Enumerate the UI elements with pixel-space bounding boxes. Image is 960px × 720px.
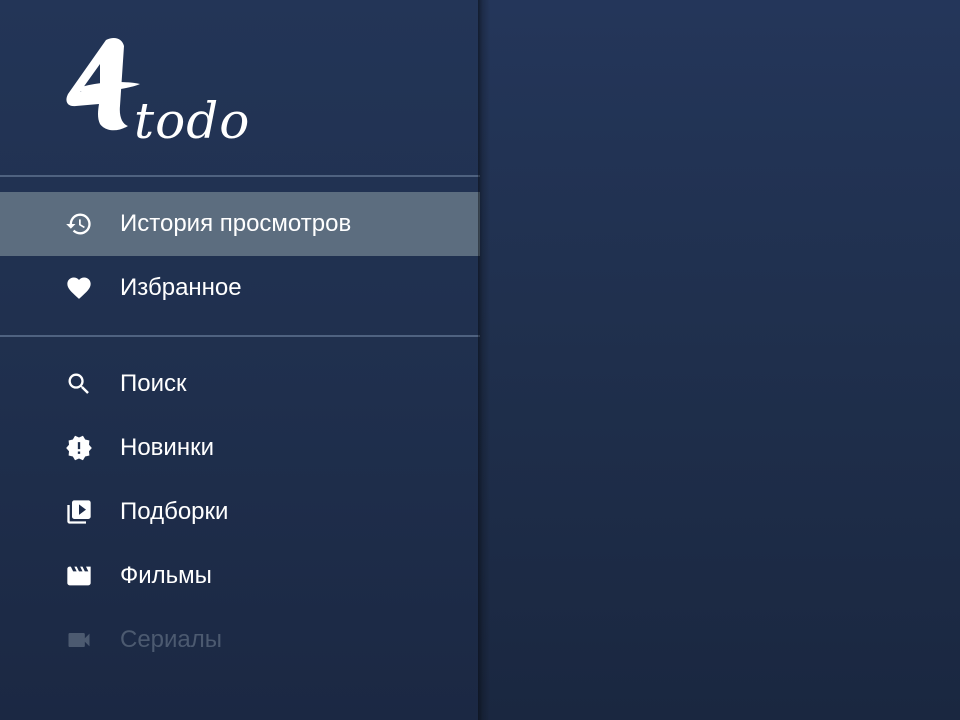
- nav-label-collections: Подборки: [120, 498, 229, 525]
- nav-label-history: История просмотров: [120, 210, 352, 237]
- nav-item-collections[interactable]: Подборки: [0, 480, 480, 544]
- logo-text: todo: [134, 92, 251, 150]
- navigation-drawer: todo История просмотров Избранное Поиск: [0, 0, 480, 720]
- nav-label-favorites: Избранное: [120, 274, 242, 301]
- new-badge-icon: [64, 434, 94, 462]
- divider-top: [0, 175, 480, 177]
- nav-item-favorites[interactable]: Избранное: [0, 256, 480, 320]
- nav-label-search: Поиск: [120, 370, 187, 397]
- nav-item-search[interactable]: Поиск: [0, 352, 480, 416]
- nav-item-series[interactable]: Сериалы: [0, 608, 480, 672]
- videocam-icon: [64, 626, 94, 654]
- heart-icon: [64, 274, 94, 302]
- search-icon: [64, 370, 94, 398]
- history-icon: [64, 210, 94, 238]
- divider-middle: [0, 335, 480, 337]
- playlist-play-icon: [64, 498, 94, 526]
- movie-icon: [64, 562, 94, 590]
- content-area: [480, 0, 960, 720]
- nav-label-movies: Фильмы: [120, 562, 212, 589]
- nav-item-movies[interactable]: Фильмы: [0, 544, 480, 608]
- nav-item-new[interactable]: Новинки: [0, 416, 480, 480]
- nav-label-series: Сериалы: [120, 626, 223, 653]
- app-logo: todo: [62, 36, 262, 146]
- logo-four-icon: [66, 38, 140, 131]
- nav-label-new: Новинки: [120, 434, 214, 461]
- nav-item-history[interactable]: История просмотров: [0, 192, 480, 256]
